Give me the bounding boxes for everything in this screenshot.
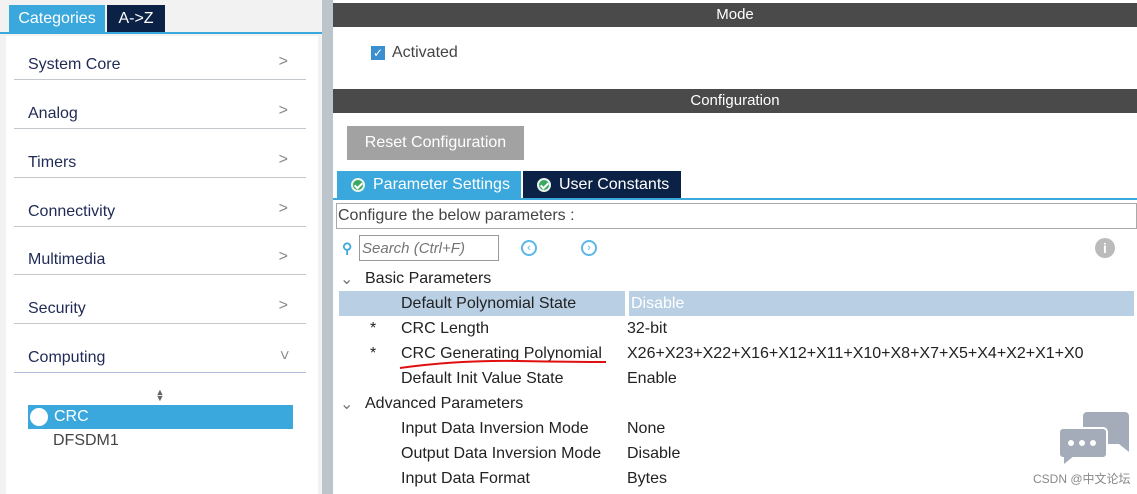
chevron-right-icon: > bbox=[278, 53, 288, 70]
param-value[interactable]: X26+X23+X22+X16+X12+X11+X10+X8+X7+X5+X4+… bbox=[627, 345, 1084, 363]
search-icon: ⚲ bbox=[342, 240, 353, 256]
param-value[interactable]: 32-bit bbox=[627, 320, 667, 338]
mode-header: Mode bbox=[333, 3, 1137, 27]
chevron-right-icon: > bbox=[278, 200, 288, 217]
param-name: Input Data Format bbox=[401, 469, 530, 487]
tab-a-z[interactable]: A->Z bbox=[107, 5, 165, 32]
panel-splitter[interactable] bbox=[322, 0, 333, 494]
list-item-dfsdm1[interactable]: DFSDM1 bbox=[53, 432, 119, 450]
activated-label: Activated bbox=[392, 44, 458, 61]
search-input[interactable] bbox=[359, 235, 499, 261]
group-label: Basic Parameters bbox=[365, 269, 492, 287]
check-circle-icon bbox=[537, 177, 551, 192]
required-star: * bbox=[370, 319, 377, 337]
param-row[interactable]: Output Data Inversion Mode Disable bbox=[339, 441, 1134, 466]
check-circle-icon bbox=[30, 408, 48, 426]
param-row[interactable]: Input Data Format Bytes bbox=[339, 466, 1134, 491]
reset-configuration-button[interactable]: Reset Configuration bbox=[347, 126, 524, 160]
param-row[interactable]: * CRC Length 32-bit bbox=[339, 316, 1134, 341]
configuration-header: Configuration bbox=[333, 89, 1137, 113]
group-basic-parameters[interactable]: ⌄ Basic Parameters bbox=[340, 266, 491, 291]
chevron-right-icon: > bbox=[278, 248, 288, 265]
required-star: * bbox=[370, 344, 377, 362]
category-computing[interactable]: Computing > bbox=[14, 333, 306, 373]
category-label: Analog bbox=[28, 105, 78, 122]
category-label: Connectivity bbox=[28, 203, 116, 220]
chevron-down-icon: ⌄ bbox=[340, 395, 354, 413]
category-timers[interactable]: Timers > bbox=[14, 138, 306, 178]
param-name: Default Init Value State bbox=[401, 369, 564, 387]
chevron-right-icon: > bbox=[278, 151, 288, 168]
group-label: Advanced Parameters bbox=[365, 394, 524, 412]
category-connectivity[interactable]: Connectivity > bbox=[14, 187, 306, 227]
activated-checkbox[interactable]: ✓ Activated bbox=[371, 44, 458, 62]
category-analog[interactable]: Analog > bbox=[14, 89, 306, 129]
chevron-down-icon: ⌄ bbox=[340, 270, 354, 288]
category-system-core[interactable]: System Core > bbox=[14, 40, 306, 80]
group-advanced-parameters[interactable]: ⌄ Advanced Parameters bbox=[340, 391, 523, 416]
item-label: CRC bbox=[54, 408, 89, 425]
left-panel: Categories A->Z System Core > Analog > Tim… bbox=[0, 0, 322, 494]
category-security[interactable]: Security > bbox=[14, 284, 306, 324]
param-name: CRC Length bbox=[401, 319, 490, 337]
param-row[interactable]: Default Polynomial State Disable bbox=[339, 291, 1134, 316]
checkbox-checked-icon: ✓ bbox=[371, 46, 385, 60]
next-icon[interactable]: › bbox=[581, 240, 597, 256]
category-multimedia[interactable]: Multimedia > bbox=[14, 235, 306, 275]
info-icon[interactable]: i bbox=[1095, 238, 1115, 258]
tab-underline bbox=[333, 198, 1137, 200]
param-name: Default Polynomial State bbox=[401, 294, 577, 312]
tab-user-constants[interactable]: User Constants bbox=[523, 171, 681, 198]
param-name: Output Data Inversion Mode bbox=[401, 444, 602, 462]
tab-parameter-settings[interactable]: Parameter Settings bbox=[337, 171, 521, 198]
list-item-crc[interactable]: CRC bbox=[28, 405, 293, 429]
tab-label: User Constants bbox=[559, 175, 670, 193]
param-value[interactable]: None bbox=[627, 420, 665, 438]
chat-bubbles-icon bbox=[1058, 412, 1129, 469]
chevron-right-icon: > bbox=[278, 102, 288, 119]
check-circle-icon bbox=[351, 177, 365, 192]
chevron-down-icon: > bbox=[275, 350, 293, 360]
sort-icon[interactable]: ▲ ▼ bbox=[155, 388, 165, 403]
param-value[interactable]: Disable bbox=[625, 291, 684, 316]
param-value[interactable]: Enable bbox=[627, 370, 677, 388]
param-value[interactable]: Bytes bbox=[627, 470, 667, 488]
previous-icon[interactable]: ‹ bbox=[521, 240, 537, 256]
tab-categories[interactable]: Categories bbox=[9, 5, 105, 32]
configure-label: Configure the below parameters : bbox=[336, 203, 1137, 229]
param-value[interactable]: Disable bbox=[627, 445, 680, 463]
param-row[interactable]: Input Data Inversion Mode None bbox=[339, 416, 1134, 441]
param-name: Input Data Inversion Mode bbox=[401, 419, 589, 437]
watermark: CSDN @中文论坛 bbox=[1033, 472, 1131, 486]
tab-label: Parameter Settings bbox=[373, 175, 510, 193]
category-label: Security bbox=[28, 300, 86, 317]
param-row[interactable]: Default Init Value State Enable bbox=[339, 366, 1134, 391]
tab-underline bbox=[0, 32, 322, 34]
category-label: Computing bbox=[28, 349, 106, 366]
category-label: System Core bbox=[28, 56, 121, 73]
chevron-right-icon: > bbox=[278, 297, 288, 314]
category-label: Timers bbox=[28, 154, 77, 171]
category-label: Multimedia bbox=[28, 251, 106, 268]
